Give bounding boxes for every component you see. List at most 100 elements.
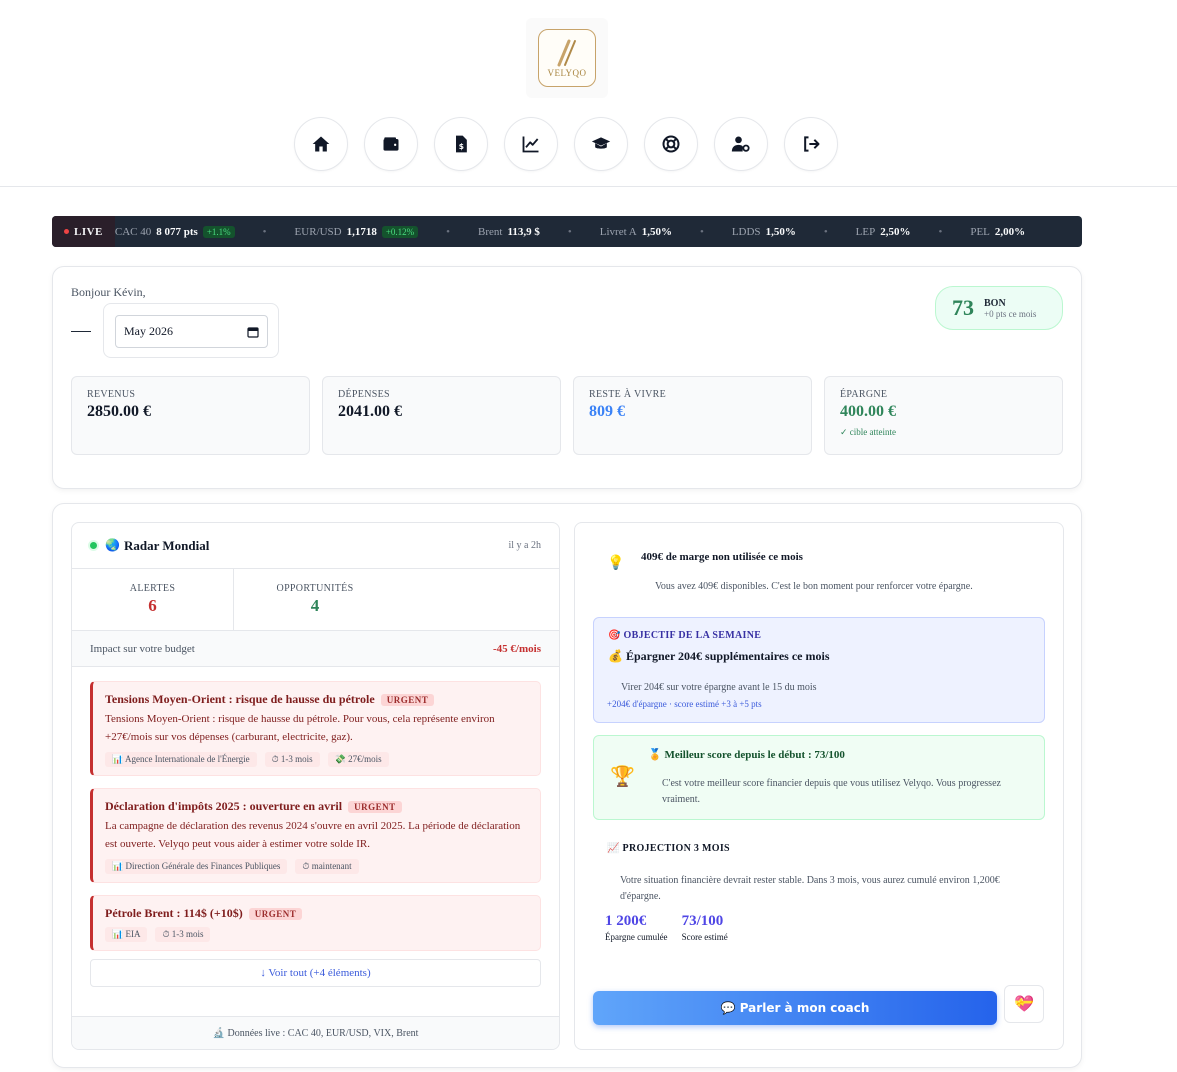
live-label: LIVE — [74, 225, 103, 238]
ticker-separator: • — [262, 225, 267, 238]
ticker-name: Livret A — [599, 225, 637, 238]
logo-text: VELYQO — [547, 67, 587, 78]
nav-logout-button[interactable] — [784, 117, 838, 171]
chart-line-icon — [522, 136, 539, 153]
stat-revenus: REVENUS 2850.00 € — [71, 376, 310, 455]
score-delta: +0 pts ce mois — [984, 308, 1037, 319]
alert-tags: 📊 EIA ⏱ 1-3 mois — [105, 927, 528, 942]
stat-label: REVENUS — [87, 389, 136, 400]
logo-badge: VELYQO — [538, 29, 596, 87]
talk-to-coach-button[interactable]: 💬 Parler à mon coach — [593, 991, 997, 1025]
radar-panel: 🌏 Radar Mondial il y a 2h ALERTES 6 OPPO… — [71, 522, 560, 1050]
goal-meta: +204€ d'épargne · score estimé +3 à +5 p… — [607, 699, 762, 709]
radar-footer: 🔬 Données live : CAC 40, EUR/USD, VIX, B… — [72, 1016, 559, 1049]
live-dot-icon — [64, 229, 69, 234]
projection-value: 1 200€ — [605, 913, 647, 929]
stat-label: ÉPARGNE — [840, 389, 888, 400]
month-input[interactable]: May 2026 — [115, 315, 268, 348]
alert-item[interactable]: Pétrole Brent : 114$ (+10$) URGENT 📊 EIA… — [90, 895, 541, 951]
stats-row: REVENUS 2850.00 € DÉPENSES 2041.00 € RES… — [71, 376, 1063, 455]
ticker-item-ldds: LDDS 1,50% — [732, 226, 796, 238]
ticker-item-cac40: CAC 40 8 077 pts +1.1% — [115, 225, 235, 238]
horizon-tag: ⏱ maintenant — [295, 859, 359, 874]
goal-body: Virer 204€ sur votre épargne avant le 15… — [621, 682, 817, 693]
projection-label: Score estimé — [681, 932, 728, 942]
ticker-name: LEP — [855, 225, 876, 238]
horizon-tag: ⏱ 1-3 mois — [264, 752, 320, 767]
logo-mark-icon — [557, 39, 576, 66]
alert-title: Pétrole Brent : 114$ (+10$) URGENT — [105, 906, 528, 921]
weekly-goal-card[interactable]: 🎯 OBJECTIF DE LA SEMAINE 💰 Épargner 204€… — [593, 617, 1045, 723]
alert-tags: 📊 Direction Générale des Finances Publiq… — [105, 859, 528, 874]
nav-account-button[interactable] — [714, 117, 768, 171]
alert-title: Tensions Moyen-Orient : risque de hausse… — [105, 692, 528, 707]
opportunities-count: 4 — [310, 596, 320, 615]
nav-help-button[interactable] — [644, 117, 698, 171]
radar-updated-time: il y a 2h — [508, 540, 542, 551]
projection-label: Épargne cumulée — [605, 932, 668, 942]
live-indicator: LIVE — [52, 216, 115, 247]
invoice-icon: $ — [456, 135, 467, 153]
nav-wallet-button[interactable] — [364, 117, 418, 171]
alert-item[interactable]: Tensions Moyen-Orient : risque de hausse… — [90, 681, 541, 776]
ticker-value: 2,50% — [880, 225, 911, 238]
alert-title-text: Pétrole Brent : 114$ (+10$) — [105, 906, 243, 920]
best-score-card: 🏆 🏅 Meilleur score depuis le début : 73/… — [593, 735, 1045, 820]
lifebuoy-icon — [662, 135, 680, 153]
ticker-separator: • — [446, 225, 451, 238]
ticker-value: 1,50% — [765, 225, 796, 238]
ticker-name: PEL — [970, 225, 990, 238]
alerts-count-cell[interactable]: ALERTES 6 — [72, 569, 234, 630]
alerts-label: ALERTES — [129, 583, 176, 594]
stat-note: ✓ cible atteinte — [840, 427, 897, 437]
svg-text:$: $ — [459, 142, 464, 151]
insights-card: 🌏 Radar Mondial il y a 2h ALERTES 6 OPPO… — [52, 503, 1082, 1068]
projection-stat-savings: 1 200€ Épargne cumulée — [605, 913, 668, 942]
stat-depenses: DÉPENSES 2041.00 € — [322, 376, 561, 455]
ticker-separator: • — [567, 225, 572, 238]
nav-home-button[interactable] — [294, 117, 348, 171]
stat-label: DÉPENSES — [338, 389, 390, 400]
best-score-title: 🏅 Meilleur score depuis le début : 73/10… — [648, 749, 845, 761]
best-score-body: C'est votre meilleur score financier dep… — [662, 778, 1001, 805]
calendar-icon[interactable] — [247, 326, 259, 338]
month-picker-wrapper: May 2026 — [103, 303, 279, 358]
heart-button[interactable]: 💝 — [1004, 985, 1044, 1023]
ticker-separator: • — [938, 225, 943, 238]
ticker-value: 2,00% — [994, 225, 1026, 238]
ticker-change: +1.1% — [202, 225, 235, 238]
alert-title-text: Déclaration d'impôts 2025 : ouverture en… — [105, 799, 343, 813]
coach-panel: 💡 409€ de marge non utilisée ce mois Vou… — [574, 522, 1064, 1050]
alert-body: Tensions Moyen-Orient : risque de hausse… — [105, 713, 495, 743]
see-all-button[interactable]: ↓ Voir tout (+4 éléments) — [90, 959, 541, 987]
alert-item[interactable]: Déclaration d'impôts 2025 : ouverture en… — [90, 788, 541, 883]
trophy-icon: 🏆 — [610, 766, 635, 788]
alerts-count: 6 — [148, 596, 157, 615]
stat-reste-a-vivre: RESTE À VIVRE 809 € — [573, 376, 812, 455]
market-ticker: LIVE CAC 40 8 077 pts +1.1% • EUR/USD 1,… — [52, 216, 1082, 247]
nav-chart-button[interactable] — [504, 117, 558, 171]
score-text: BON +0 pts ce mois — [984, 298, 1036, 319]
nav-learn-button[interactable] — [574, 117, 628, 171]
score-value: 73 — [952, 295, 974, 320]
source-tag: 📊 EIA — [105, 927, 148, 942]
graduation-cap-icon — [591, 137, 611, 149]
header-divider — [0, 186, 1177, 187]
opportunities-count-cell[interactable]: OPPORTUNITÉS 4 — [234, 569, 396, 630]
stat-label: RESTE À VIVRE — [589, 389, 667, 400]
financial-score-badge[interactable]: 73 BON +0 pts ce mois — [935, 286, 1063, 330]
wallet-icon — [383, 137, 399, 151]
dash-divider — [71, 331, 91, 332]
nav-invoice-button[interactable]: $ — [434, 117, 488, 171]
ticker-item-eurusd: EUR/USD 1,1718 +0.12% — [295, 225, 419, 238]
user-settings-icon — [731, 136, 750, 152]
brand-logo[interactable]: VELYQO — [526, 18, 608, 98]
impact-label: Impact sur votre budget — [90, 642, 195, 655]
logout-icon — [804, 136, 820, 152]
impact-value: -45 €/mois — [493, 642, 541, 655]
alert-title-text: Tensions Moyen-Orient : risque de hausse… — [105, 692, 375, 706]
ticker-item-brent: Brent 113,9 $ — [478, 226, 540, 238]
ticker-name: LDDS — [731, 225, 761, 238]
radar-title: Radar Mondial — [123, 537, 210, 553]
ticker-value: 1,1718 — [346, 225, 377, 238]
